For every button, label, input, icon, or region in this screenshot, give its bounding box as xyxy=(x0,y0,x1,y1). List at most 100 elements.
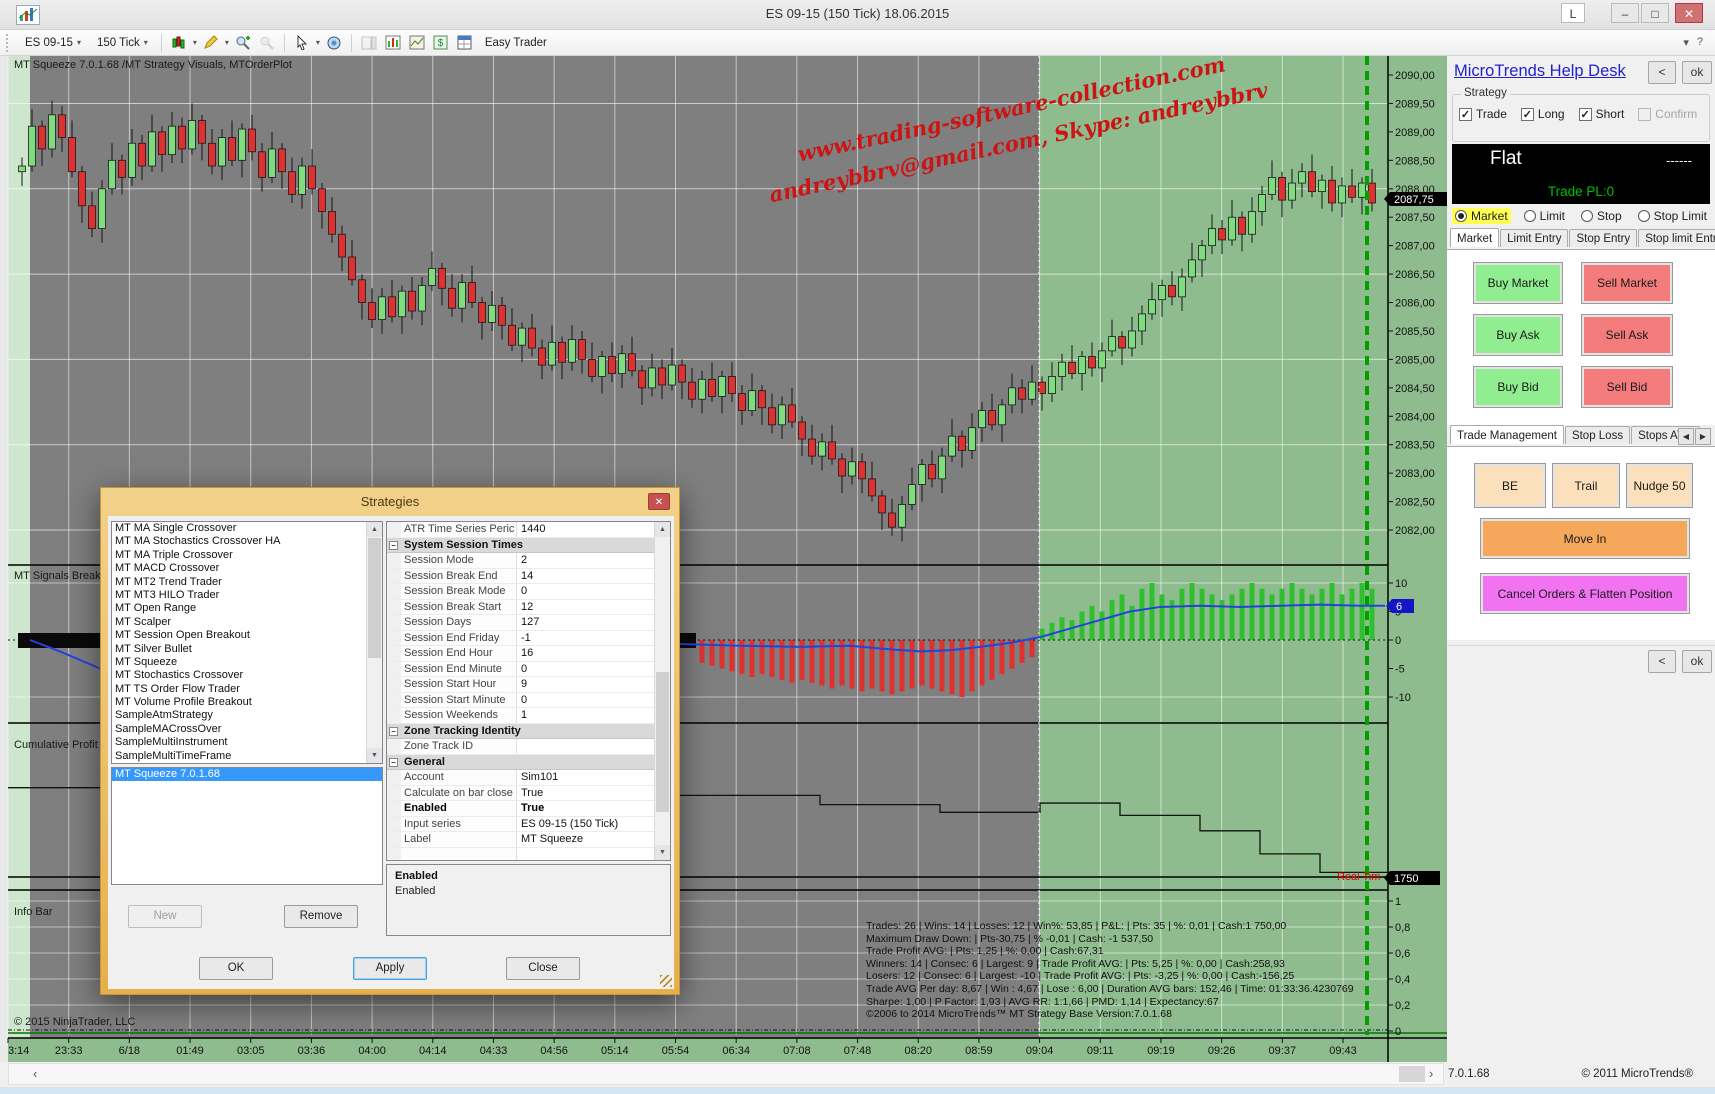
be-button[interactable]: BE xyxy=(1474,463,1546,508)
tab-scroll-right-icon[interactable]: ▶ xyxy=(1695,428,1711,445)
configured-strategy-item[interactable]: MT Squeeze 7.0.1.68 xyxy=(112,768,382,781)
property-grid[interactable]: ATR Time Series Peric1440−System Session… xyxy=(386,521,671,861)
property-row[interactable]: Calculate on bar closeTrue xyxy=(387,786,655,802)
scroll-down-icon[interactable]: ▼ xyxy=(367,748,382,763)
property-row[interactable]: Session End Friday-1 xyxy=(387,631,655,647)
short-checkbox[interactable]: ✓Short xyxy=(1579,107,1625,121)
strategy-list-item[interactable]: MT MACD Crossover xyxy=(112,562,382,575)
strategy-list-item[interactable]: MT Session Open Breakout xyxy=(112,629,382,642)
property-row[interactable] xyxy=(387,848,655,862)
strategy-list-item[interactable]: MT MT2 Trend Trader xyxy=(112,576,382,589)
confirm-checkbox[interactable]: Confirm xyxy=(1638,107,1697,121)
buy-bid-button[interactable]: Buy Bid xyxy=(1473,366,1563,408)
property-category[interactable]: −General xyxy=(387,755,655,771)
strategy-list-item[interactable]: MT Open Range xyxy=(112,602,382,615)
scroll-left-icon[interactable]: ‹ xyxy=(33,1066,37,1081)
dialog-close-button2[interactable]: Close xyxy=(506,957,580,980)
long-checkbox[interactable]: ✓Long xyxy=(1521,107,1565,121)
market-radio[interactable]: Market xyxy=(1452,208,1511,224)
trail-button[interactable]: Trail xyxy=(1552,463,1620,508)
svg-text:1: 1 xyxy=(1395,896,1401,908)
configured-strategy-list[interactable]: MT Squeeze 7.0.1.68 xyxy=(111,767,383,885)
property-row[interactable]: Session Break Start12 xyxy=(387,600,655,616)
property-row[interactable]: Session End Minute0 xyxy=(387,662,655,678)
strategy-list-item[interactable]: MT MA Single Crossover xyxy=(112,522,382,535)
strategy-list-item[interactable]: MT Stochastics Crossover xyxy=(112,669,382,682)
sell-bid-button[interactable]: Sell Bid xyxy=(1581,366,1673,408)
buy-market-button[interactable]: Buy Market xyxy=(1473,262,1563,304)
property-row[interactable]: LabelMT Squeeze xyxy=(387,832,655,848)
tab-limit-entry[interactable]: Limit Entry xyxy=(1500,229,1568,247)
property-row[interactable]: Session Break End14 xyxy=(387,569,655,585)
limit-radio[interactable]: Limit xyxy=(1521,208,1568,224)
back-button-bottom[interactable]: < xyxy=(1648,650,1676,673)
helpdesk-link[interactable]: MicroTrends Help Desk xyxy=(1454,62,1626,81)
strategy-list-item[interactable]: SampleMultiInstrument xyxy=(112,736,382,749)
trade-checkbox[interactable]: ✓Trade xyxy=(1459,107,1507,121)
tab-stop-entry[interactable]: Stop Entry xyxy=(1569,229,1637,247)
stats-line: Maximum Draw Down: | Pts-30,75 | % -0,01… xyxy=(866,933,1326,946)
property-row[interactable]: Session Days127 xyxy=(387,615,655,631)
tab-scroll-left-icon[interactable]: ◀ xyxy=(1678,428,1694,445)
strategy-list-item[interactable]: SampleAtmStrategy xyxy=(112,709,382,722)
info-panel-label: Info Bar xyxy=(14,906,53,918)
svg-text:0,2: 0,2 xyxy=(1395,1000,1410,1012)
strategies-dialog[interactable]: Strategies ✕ ▲ ▼ MT MA Single CrossoverM… xyxy=(100,487,680,995)
dialog-ok-button[interactable]: OK xyxy=(199,957,273,980)
remove-button[interactable]: Remove xyxy=(284,905,358,928)
strategy-list-item[interactable]: SampleMACrossOver xyxy=(112,723,382,736)
scroll-down-icon[interactable]: ▼ xyxy=(655,845,670,860)
property-row[interactable]: Session Break Mode0 xyxy=(387,584,655,600)
strategy-list-item[interactable]: MT Silver Bullet xyxy=(112,643,382,656)
chart-horizontal-scrollbar[interactable]: ‹ › xyxy=(8,1063,1444,1085)
tab-stop-loss[interactable]: Stop Loss xyxy=(1565,426,1630,444)
property-row[interactable]: ATR Time Series Peric1440 xyxy=(387,522,655,538)
strategy-list-item[interactable]: MT Volume Profile Breakout xyxy=(112,696,382,709)
property-row[interactable]: EnabledTrue xyxy=(387,801,655,817)
property-row[interactable]: Session Weekends1 xyxy=(387,708,655,724)
tab-trade-management[interactable]: Trade Management xyxy=(1450,425,1564,444)
scroll-up-icon[interactable]: ▲ xyxy=(655,522,670,537)
move-in-button[interactable]: Move In xyxy=(1480,518,1690,559)
property-row[interactable]: Session Start Hour9 xyxy=(387,677,655,693)
ok-button-bottom[interactable]: ok xyxy=(1682,650,1712,673)
sell-market-button[interactable]: Sell Market xyxy=(1581,262,1673,304)
sell-ask-button[interactable]: Sell Ask xyxy=(1581,314,1673,356)
strategy-list[interactable]: ▲ ▼ MT MA Single CrossoverMT MA Stochast… xyxy=(111,521,383,764)
ok-button[interactable]: ok xyxy=(1682,61,1712,84)
property-row[interactable]: AccountSim101 xyxy=(387,770,655,786)
property-category[interactable]: −System Session Times xyxy=(387,538,655,554)
dialog-resize-grip[interactable] xyxy=(660,975,672,987)
strategy-list-item[interactable]: MT MA Stochastics Crossover HA xyxy=(112,535,382,548)
strategy-list-item[interactable]: MT TS Order Flow Trader xyxy=(112,683,382,696)
property-row[interactable]: Session Start Minute0 xyxy=(387,693,655,709)
strategy-list-item[interactable]: MT MT3 HILO Trader xyxy=(112,589,382,602)
tab-stop-limit-entry[interactable]: Stop limit Entry xyxy=(1638,229,1715,247)
property-category[interactable]: −Zone Tracking Identity xyxy=(387,724,655,740)
strategy-list-item[interactable]: MT MA Triple Crossover xyxy=(112,549,382,562)
dialog-close-button[interactable]: ✕ xyxy=(648,493,670,510)
strategy-list-scrollbar[interactable]: ▲ ▼ xyxy=(366,522,382,763)
scroll-up-icon[interactable]: ▲ xyxy=(367,522,382,537)
new-button[interactable]: New xyxy=(128,905,202,928)
strategy-list-item[interactable]: SampleMultiTimeFrame xyxy=(112,750,382,763)
cancel-flatten-button[interactable]: Cancel Orders & Flatten Position xyxy=(1480,573,1690,614)
stop-radio[interactable]: Stop xyxy=(1578,208,1625,224)
property-row[interactable]: Input seriesES 09-15 (150 Tick) xyxy=(387,817,655,833)
scroll-right-icon[interactable]: › xyxy=(1429,1066,1433,1081)
property-row[interactable]: Session Mode2 xyxy=(387,553,655,569)
buy-ask-button[interactable]: Buy Ask xyxy=(1473,314,1563,356)
dialog-apply-button[interactable]: Apply xyxy=(353,957,427,980)
property-grid-scrollbar[interactable]: ▲ ▼ xyxy=(654,522,670,860)
nudge-button[interactable]: Nudge 50 xyxy=(1626,463,1693,508)
property-row[interactable]: Session End Hour16 xyxy=(387,646,655,662)
strategy-list-item[interactable]: MT Scalper xyxy=(112,616,382,629)
strategy-list-item[interactable]: MT Squeeze xyxy=(112,656,382,669)
scrollbar-thumb[interactable] xyxy=(1399,1066,1425,1082)
svg-text:0,6: 0,6 xyxy=(1395,948,1410,960)
tab-market[interactable]: Market xyxy=(1450,228,1499,247)
property-row[interactable]: Zone Track ID xyxy=(387,739,655,755)
stop-limit-radio[interactable]: Stop Limit xyxy=(1635,208,1710,224)
back-button[interactable]: < xyxy=(1648,61,1676,84)
svg-text:09:19: 09:19 xyxy=(1147,1045,1175,1057)
